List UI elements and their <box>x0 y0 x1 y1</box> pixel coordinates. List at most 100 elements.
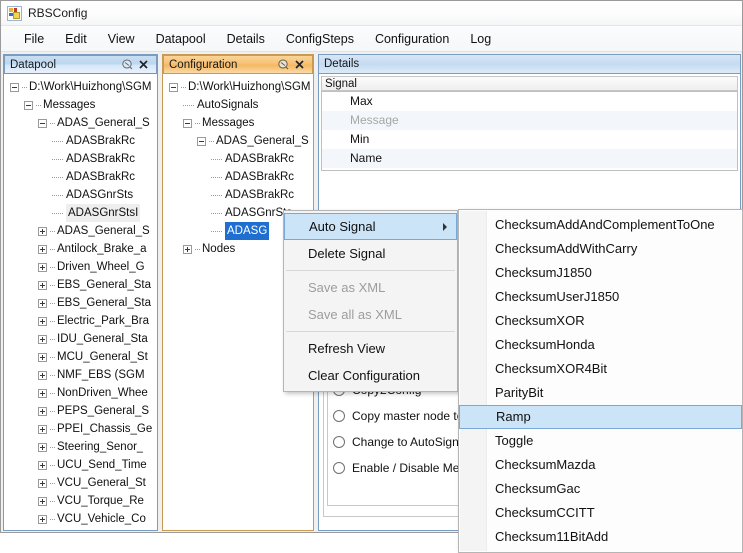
signal-property-grid[interactable]: Max Message Min Name Start Bit <box>321 91 738 171</box>
expand-icon[interactable] <box>38 460 47 470</box>
datapool-tree-node[interactable]: NonDriven_Whee <box>4 384 157 402</box>
datapool-tree-node[interactable]: Driven_Wheel_G <box>4 258 157 276</box>
menu-item-configuration[interactable]: Configuration <box>366 29 458 49</box>
close-icon[interactable] <box>293 58 307 72</box>
context-menu-item-clear-configuration[interactable]: Clear Configuration <box>284 362 457 389</box>
submenu-item-paritybit[interactable]: ParityBit <box>459 381 742 405</box>
signal-row-name[interactable]: Name <box>322 149 737 168</box>
collapse-icon[interactable] <box>183 118 192 128</box>
menu-item-view[interactable]: View <box>99 29 144 49</box>
menu-item-configsteps[interactable]: ConfigSteps <box>277 29 363 49</box>
datapool-panel-header[interactable]: Datapool <box>4 55 157 74</box>
datapool-tree-node[interactable]: ADASBrakRc <box>4 150 157 168</box>
context-menu-item-delete-signal[interactable]: Delete Signal <box>284 240 457 267</box>
submenu-item-checksumgac[interactable]: ChecksumGac <box>459 477 742 501</box>
configuration-tree-node[interactable]: ADASBrakRc <box>163 150 313 168</box>
radio-enable-disable-message[interactable]: Enable / Disable Mess <box>333 455 473 481</box>
collapse-icon[interactable] <box>24 100 33 110</box>
context-menu-item-refresh-view[interactable]: Refresh View <box>284 335 457 362</box>
expand-icon[interactable] <box>38 370 47 380</box>
expand-icon[interactable] <box>38 226 47 236</box>
collapse-icon[interactable] <box>169 82 178 92</box>
context-menu-item-auto-signal[interactable]: Auto Signal <box>284 213 457 240</box>
configuration-tree-node[interactable]: D:\Work\Huizhong\SGM <box>163 78 313 96</box>
menu-item-edit[interactable]: Edit <box>56 29 96 49</box>
menu-item-log[interactable]: Log <box>461 29 500 49</box>
datapool-tree-node[interactable]: VCU_General_St <box>4 474 157 492</box>
datapool-tree-node[interactable]: MCU_General_St <box>4 348 157 366</box>
datapool-tree-node[interactable]: ADASGnrSts <box>4 186 157 204</box>
configuration-tree-node[interactable]: Messages <box>163 114 313 132</box>
pin-icon[interactable] <box>121 58 134 71</box>
submenu-item-toggle[interactable]: Toggle <box>459 429 742 453</box>
submenu-item-checksumaddandcomplementtoone[interactable]: ChecksumAddAndComplementToOne <box>459 213 742 237</box>
datapool-tree[interactable]: D:\Work\Huizhong\SGM Messages ADAS_General… <box>4 74 157 530</box>
collapse-icon[interactable] <box>197 136 206 146</box>
expand-icon[interactable] <box>38 244 47 254</box>
menu-item-datapool[interactable]: Datapool <box>147 29 215 49</box>
expand-icon[interactable] <box>38 298 47 308</box>
datapool-tree-node[interactable]: ADASBrakRc <box>4 132 157 150</box>
signal-row-startbit[interactable]: Start Bit <box>322 168 737 170</box>
configuration-tree-node[interactable]: AutoSignals <box>163 96 313 114</box>
auto-signal-submenu[interactable]: ChecksumAddAndComplementToOne ChecksumAdd… <box>458 209 743 553</box>
details-panel-header[interactable]: Details <box>319 55 740 74</box>
radio-change-to-autosignal[interactable]: Change to AutoSignal <box>333 429 473 455</box>
submenu-item-checksumhonda[interactable]: ChecksumHonda <box>459 333 742 357</box>
datapool-tree-node[interactable]: Vehicle_Odomete <box>4 528 157 530</box>
submenu-item-checksumccitt[interactable]: ChecksumCCITT <box>459 501 742 525</box>
signal-row-min[interactable]: Min <box>322 130 737 149</box>
type-radio-group[interactable]: Copy2Config Copy master node to c Change… <box>333 377 473 481</box>
signal-row-max[interactable]: Max <box>322 92 737 111</box>
pin-icon[interactable] <box>277 58 290 71</box>
submenu-item-checksum11bitadd[interactable]: Checksum11BitAdd <box>459 525 742 549</box>
submenu-item-checksumxor4bit[interactable]: ChecksumXOR4Bit <box>459 357 742 381</box>
datapool-tree-node[interactable]: Antilock_Brake_a <box>4 240 157 258</box>
collapse-icon[interactable] <box>38 118 47 128</box>
datapool-tree-node[interactable]: EBS_General_Sta <box>4 276 157 294</box>
submenu-item-ramp[interactable]: Ramp <box>459 405 742 429</box>
datapool-tree-node[interactable]: PEPS_General_S <box>4 402 157 420</box>
expand-icon[interactable] <box>38 406 47 416</box>
expand-icon[interactable] <box>38 388 47 398</box>
expand-icon[interactable] <box>38 442 47 452</box>
datapool-tree-node[interactable]: NMF_EBS (SGM <box>4 366 157 384</box>
context-menu-items[interactable]: Auto Signal Delete Signal Save as XML Save … <box>284 213 457 389</box>
datapool-tree-node[interactable]: UCU_Send_Time <box>4 456 157 474</box>
configuration-panel-header[interactable]: Configuration <box>163 55 313 74</box>
submenu-item-checksumuserj1850[interactable]: ChecksumUserJ1850 <box>459 285 742 309</box>
expand-icon[interactable] <box>38 514 47 524</box>
datapool-tree-node[interactable]: Steering_Senor_ <box>4 438 157 456</box>
expand-icon[interactable] <box>38 478 47 488</box>
datapool-tree-node[interactable]: VCU_Vehicle_Co <box>4 510 157 528</box>
expand-icon[interactable] <box>38 280 47 290</box>
expand-icon[interactable] <box>38 496 47 506</box>
datapool-tree-node[interactable]: PPEI_Chassis_Ge <box>4 420 157 438</box>
expand-icon[interactable] <box>38 424 47 434</box>
menu-item-details[interactable]: Details <box>218 29 274 49</box>
signal-row-message[interactable]: Message <box>322 111 737 130</box>
close-icon[interactable] <box>137 58 151 72</box>
radio-copy-master-node[interactable]: Copy master node to c <box>333 403 473 429</box>
configuration-tree-node[interactable]: ADASBrakRc <box>163 186 313 204</box>
datapool-tree-node[interactable]: ADAS_General_S <box>4 222 157 240</box>
menu-item-file[interactable]: File <box>15 29 53 49</box>
datapool-tree-node[interactable]: Messages <box>4 96 157 114</box>
context-menu[interactable]: Auto Signal Delete Signal Save as XML Save … <box>283 210 458 392</box>
auto-signal-submenu-items[interactable]: ChecksumAddAndComplementToOne ChecksumAdd… <box>459 213 742 549</box>
expand-icon[interactable] <box>38 316 47 326</box>
collapse-icon[interactable] <box>10 82 19 92</box>
configuration-tree-node[interactable]: ADASBrakRc <box>163 168 313 186</box>
submenu-item-checksummazda[interactable]: ChecksumMazda <box>459 453 742 477</box>
submenu-item-checksumxor[interactable]: ChecksumXOR <box>459 309 742 333</box>
datapool-tree-node[interactable]: ADAS_General_S <box>4 114 157 132</box>
datapool-tree-node[interactable]: VCU_Torque_Re <box>4 492 157 510</box>
datapool-tree-node[interactable]: IDU_General_Sta <box>4 330 157 348</box>
datapool-tree-node[interactable]: ADASGnrStsI <box>4 204 157 222</box>
expand-icon[interactable] <box>38 334 47 344</box>
datapool-tree-node[interactable]: Electric_Park_Bra <box>4 312 157 330</box>
configuration-tree-node[interactable]: ADAS_General_S <box>163 132 313 150</box>
expand-icon[interactable] <box>183 244 192 254</box>
datapool-tree-node[interactable]: D:\Work\Huizhong\SGM <box>4 78 157 96</box>
expand-icon[interactable] <box>38 352 47 362</box>
